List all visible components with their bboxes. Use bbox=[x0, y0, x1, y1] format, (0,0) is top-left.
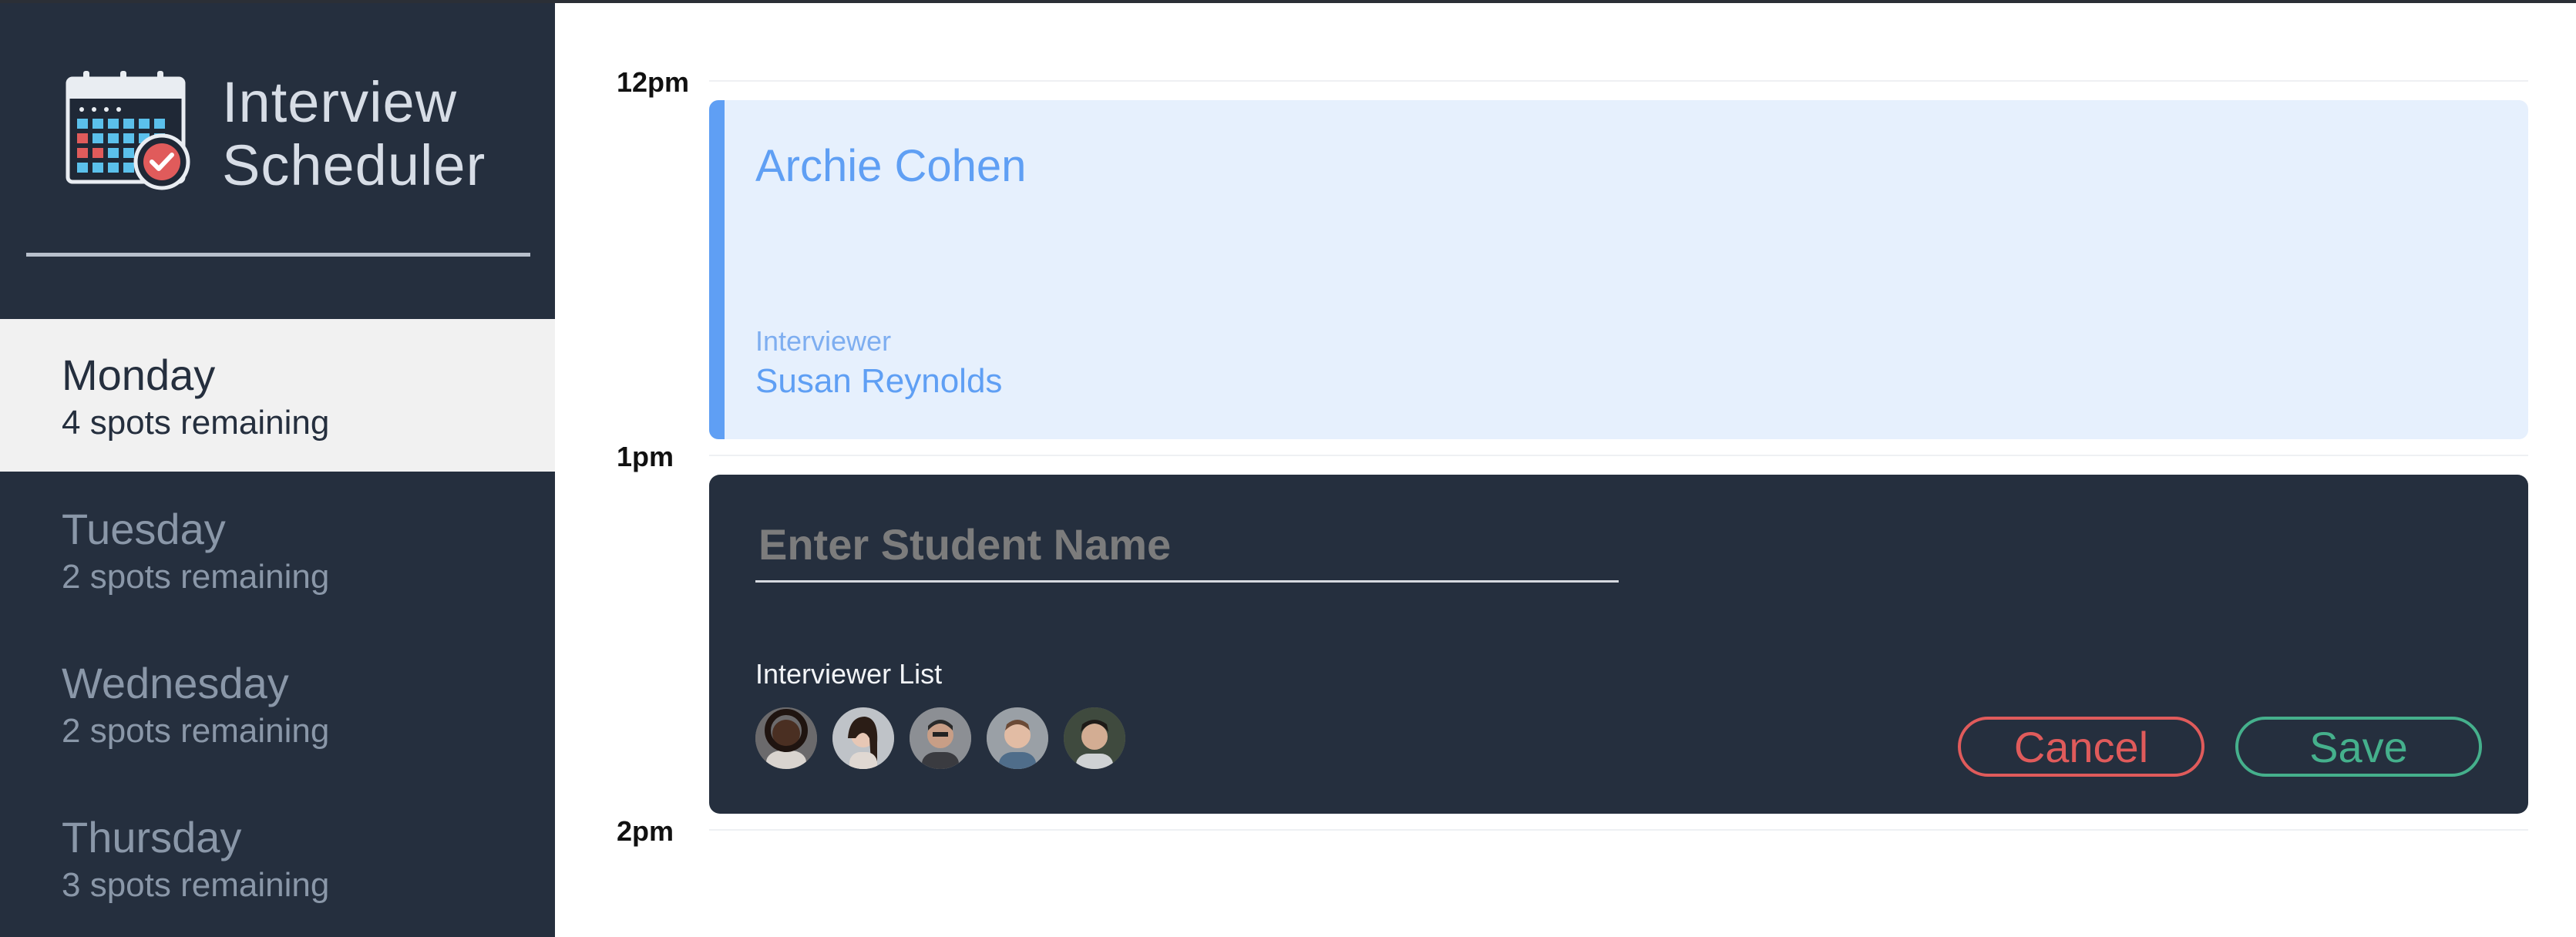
sidebar: Interview Scheduler Monday 4 spots remai… bbox=[0, 3, 555, 937]
interviewer-avatar[interactable] bbox=[1064, 707, 1125, 769]
time-label-1pm: 1pm bbox=[617, 441, 674, 472]
time-label-12pm: 12pm bbox=[617, 66, 690, 98]
hour-divider bbox=[709, 455, 2528, 456]
interviewer-avatar[interactable] bbox=[910, 707, 971, 769]
appointment-student: Archie Cohen bbox=[755, 141, 1027, 191]
student-name-input[interactable] bbox=[755, 513, 1619, 583]
spots-remaining: 2 spots remaining bbox=[62, 712, 330, 750]
spots-remaining: 2 spots remaining bbox=[62, 558, 330, 596]
spots-remaining: 4 spots remaining bbox=[62, 404, 330, 442]
time-label-2pm: 2pm bbox=[617, 815, 674, 847]
interviewer-avatar[interactable] bbox=[832, 707, 894, 769]
hour-divider bbox=[709, 80, 2528, 82]
booking-form: Interviewer List Cancel Save bbox=[709, 475, 2528, 814]
interviewer-name: Susan Reynolds bbox=[755, 362, 1003, 400]
day-name: Wednesday bbox=[62, 659, 289, 707]
appointment-card[interactable]: Archie Cohen Interviewer Susan Reynolds bbox=[709, 100, 2528, 439]
interviewer-avatar[interactable] bbox=[755, 707, 817, 769]
interviewer-label: Interviewer bbox=[755, 325, 892, 357]
appointment-accent bbox=[709, 100, 725, 439]
interviewer-list bbox=[755, 707, 1125, 769]
interviewer-list-label: Interviewer List bbox=[755, 658, 943, 690]
day-item-wednesday[interactable]: Wednesday 2 spots remaining bbox=[0, 627, 555, 780]
calendar-check-icon bbox=[65, 71, 191, 193]
spots-remaining: 3 spots remaining bbox=[62, 866, 330, 904]
hour-divider bbox=[709, 829, 2528, 831]
day-item-monday[interactable]: Monday 4 spots remaining bbox=[0, 319, 555, 472]
day-item-tuesday[interactable]: Tuesday 2 spots remaining bbox=[0, 473, 555, 626]
day-name: Tuesday bbox=[62, 505, 226, 553]
app-title: Interview Scheduler bbox=[222, 70, 486, 197]
day-name: Monday bbox=[62, 351, 216, 399]
interviewer-avatar[interactable] bbox=[987, 707, 1048, 769]
cancel-button[interactable]: Cancel bbox=[1958, 717, 2204, 777]
day-name: Thursday bbox=[62, 813, 242, 861]
day-item-thursday[interactable]: Thursday 3 spots remaining bbox=[0, 781, 555, 934]
sidebar-divider bbox=[26, 253, 530, 257]
save-button[interactable]: Save bbox=[2235, 717, 2482, 777]
